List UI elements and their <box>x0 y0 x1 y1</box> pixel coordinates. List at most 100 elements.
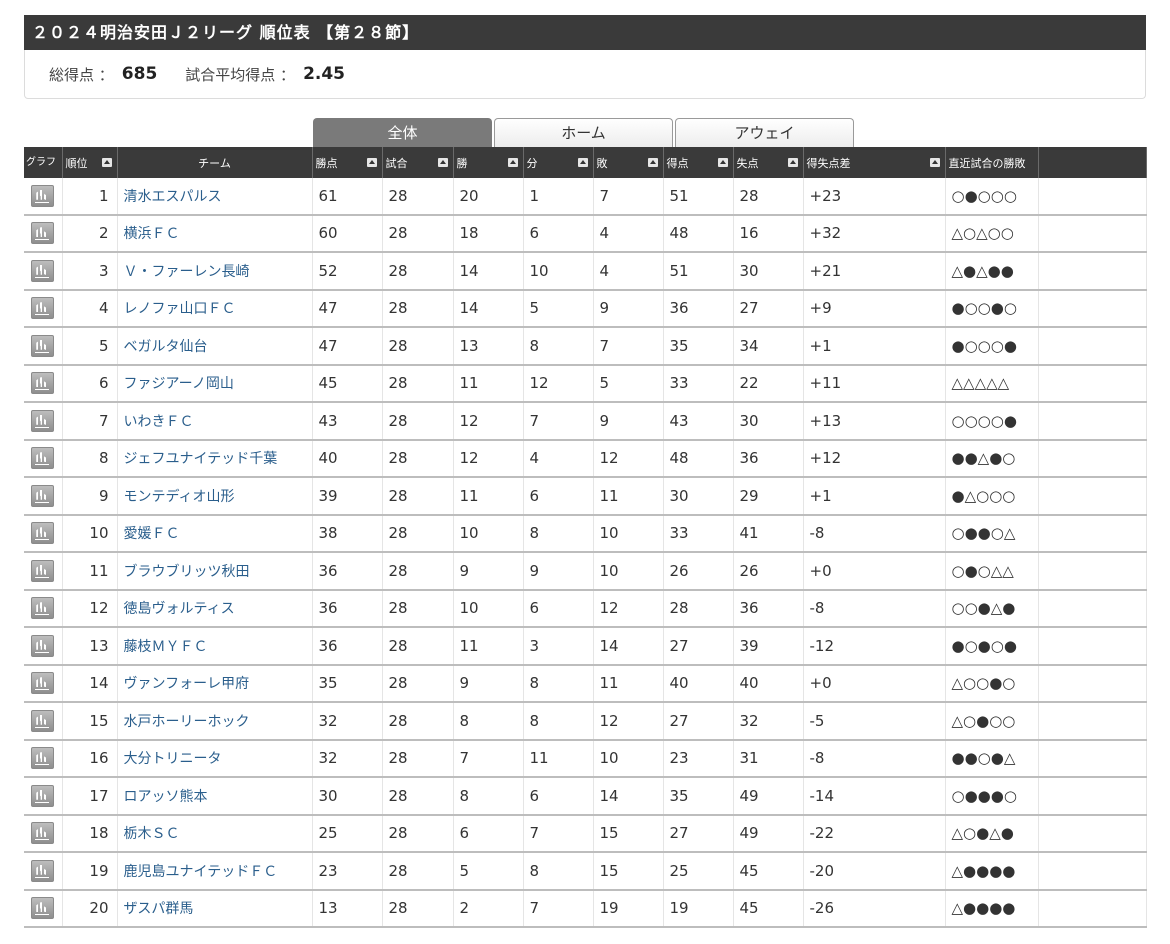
sort-icon[interactable] <box>929 158 940 167</box>
team-link[interactable]: ブラウブリッツ秋田 <box>117 552 313 591</box>
team-link[interactable]: ザスパ群馬 <box>117 889 313 928</box>
bar-chart-icon[interactable] <box>31 334 55 357</box>
team-link[interactable]: いわきＦＣ <box>117 402 313 441</box>
lost-cell: 10 <box>593 552 664 591</box>
graph-cell <box>24 364 63 403</box>
bar-chart-icon[interactable] <box>31 709 55 732</box>
graph-cell <box>24 327 63 366</box>
draw-cell: 12 <box>523 364 594 403</box>
sort-icon[interactable] <box>647 158 658 167</box>
draw-cell: 6 <box>523 214 594 253</box>
bar-chart-icon[interactable] <box>31 634 55 657</box>
team-link[interactable]: ロアッソ熊本 <box>117 777 313 816</box>
column-header-goal-difference[interactable]: 得失点差 <box>803 147 946 178</box>
sort-icon[interactable] <box>437 158 448 167</box>
team-link[interactable]: 大分トリニータ <box>117 739 313 778</box>
column-header-rank[interactable]: 順位 <box>62 147 118 178</box>
bar-chart-icon[interactable] <box>31 859 55 882</box>
played-cell: 28 <box>382 814 454 853</box>
score-summary: 総得点 ： 685 試合平均得点 ： 2.45 <box>24 50 1146 99</box>
graph-cell <box>24 814 63 853</box>
table-row: 9 モンテディオ山形 39 28 11 6 11 30 29 +1 ●△○○○ <box>24 477 1147 516</box>
team-link[interactable]: 愛媛ＦＣ <box>117 514 313 553</box>
recent-results-cell: ○○○○● <box>945 402 1039 441</box>
graph-cell <box>24 477 63 516</box>
won-cell: 14 <box>453 289 524 328</box>
team-link[interactable]: ファジアーノ岡山 <box>117 364 313 403</box>
won-cell: 7 <box>453 739 524 778</box>
draw-cell: 7 <box>523 814 594 853</box>
bar-chart-icon[interactable] <box>31 522 55 545</box>
team-link[interactable]: 清水エスパルス <box>117 178 313 216</box>
column-header-goals-against[interactable]: 失点 <box>733 147 804 178</box>
bar-chart-icon[interactable] <box>31 672 55 695</box>
column-header-team: チーム <box>117 147 313 178</box>
won-cell: 6 <box>453 814 524 853</box>
table-header-row: グラフ 順位 チーム 勝点 試合 勝 分 敗 得点 失点 得失点差 直近試合の勝… <box>24 147 1147 178</box>
column-header-lost[interactable]: 敗 <box>593 147 664 178</box>
column-header-recent: 直近試合の勝敗 <box>945 147 1039 178</box>
bar-chart-icon[interactable] <box>31 259 55 282</box>
bar-chart-icon[interactable] <box>31 784 55 807</box>
played-cell: 28 <box>382 364 454 403</box>
table-row: 12 徳島ヴォルティス 36 28 10 6 12 28 36 -8 ○○●△● <box>24 589 1147 628</box>
team-link[interactable]: ベガルタ仙台 <box>117 327 313 366</box>
bar-chart-icon[interactable] <box>31 184 55 207</box>
tab-away[interactable]: アウェイ <box>675 118 854 148</box>
bar-chart-icon[interactable] <box>31 484 55 507</box>
column-header-played[interactable]: 試合 <box>382 147 454 178</box>
sort-icon[interactable] <box>787 158 798 167</box>
goal-difference-cell: +23 <box>803 178 946 216</box>
team-link[interactable]: 横浜ＦＣ <box>117 214 313 253</box>
team-link[interactable]: ジェフユナイテッド千葉 <box>117 439 313 478</box>
bar-chart-icon[interactable] <box>31 447 55 470</box>
bar-chart-icon[interactable] <box>31 372 55 395</box>
sort-icon[interactable] <box>577 158 588 167</box>
team-link[interactable]: 藤枝ＭＹＦＣ <box>117 627 313 666</box>
goals-against-cell: 26 <box>733 552 804 591</box>
column-header-won[interactable]: 勝 <box>453 147 524 178</box>
sort-icon[interactable] <box>717 158 728 167</box>
goal-difference-cell: +1 <box>803 327 946 366</box>
points-cell: 35 <box>312 664 383 703</box>
draw-cell: 9 <box>523 552 594 591</box>
bar-chart-icon[interactable] <box>31 559 55 582</box>
won-cell: 13 <box>453 327 524 366</box>
bar-chart-icon[interactable] <box>31 409 55 432</box>
sort-icon[interactable] <box>101 158 112 167</box>
tab-overall[interactable]: 全体 <box>313 118 492 148</box>
column-header-draw-label: 分 <box>526 156 538 170</box>
tab-home[interactable]: ホーム <box>494 118 673 148</box>
graph-cell <box>24 702 63 741</box>
team-link[interactable]: Ｖ・ファーレン長崎 <box>117 252 313 291</box>
sort-icon[interactable] <box>366 158 377 167</box>
bar-chart-icon[interactable] <box>31 297 55 320</box>
goals-for-cell: 35 <box>663 327 734 366</box>
bar-chart-icon[interactable] <box>31 897 55 920</box>
team-link[interactable]: 水戸ホーリーホック <box>117 702 313 741</box>
bar-chart-icon[interactable] <box>31 597 55 620</box>
team-link[interactable]: モンテディオ山形 <box>117 477 313 516</box>
team-link[interactable]: ヴァンフォーレ甲府 <box>117 664 313 703</box>
team-link[interactable]: 徳島ヴォルティス <box>117 589 313 628</box>
team-link[interactable]: 鹿児島ユナイテッドＦＣ <box>117 852 313 891</box>
team-link[interactable]: 栃木ＳＣ <box>117 814 313 853</box>
won-cell: 10 <box>453 514 524 553</box>
goals-for-cell: 28 <box>663 589 734 628</box>
played-cell: 28 <box>382 252 454 291</box>
sort-icon[interactable] <box>507 158 518 167</box>
column-header-points[interactable]: 勝点 <box>312 147 383 178</box>
column-header-played-label: 試合 <box>385 156 408 170</box>
draw-cell: 6 <box>523 777 594 816</box>
bar-chart-icon[interactable] <box>31 822 55 845</box>
bar-chart-icon[interactable] <box>31 747 55 770</box>
points-cell: 13 <box>312 889 383 928</box>
column-header-draw[interactable]: 分 <box>523 147 594 178</box>
won-cell: 8 <box>453 702 524 741</box>
recent-results-cell: ●○●○● <box>945 627 1039 666</box>
empty-cell <box>1038 664 1147 703</box>
bar-chart-icon[interactable] <box>31 222 55 245</box>
column-header-goals-for[interactable]: 得点 <box>663 147 734 178</box>
team-link[interactable]: レノファ山口ＦＣ <box>117 289 313 328</box>
table-row: 4 レノファ山口ＦＣ 47 28 14 5 9 36 27 +9 ●○○●○ <box>24 289 1147 328</box>
